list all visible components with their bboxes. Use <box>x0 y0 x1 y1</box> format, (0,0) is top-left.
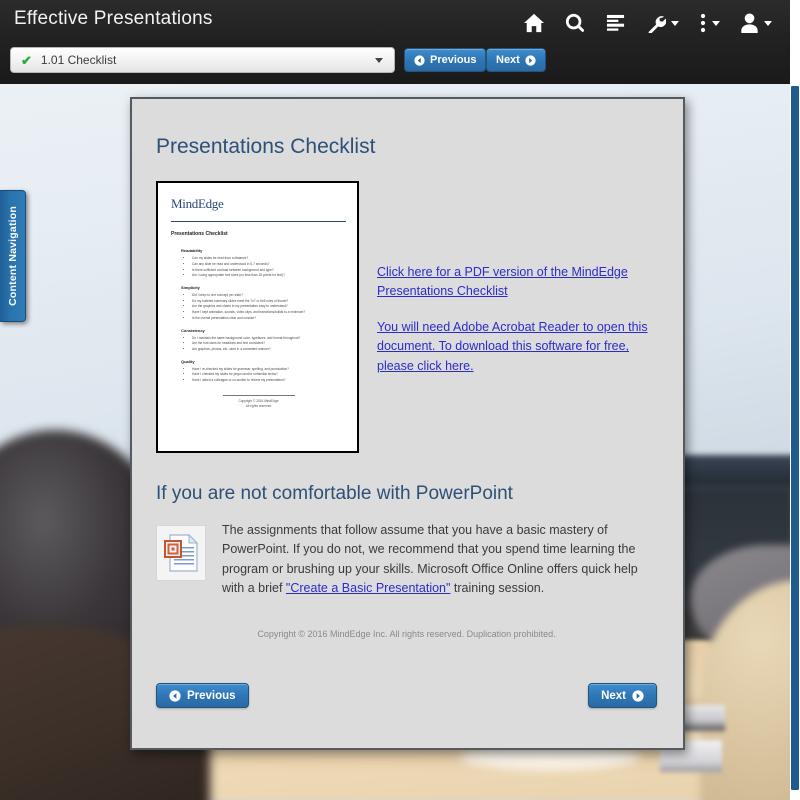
page-scrollbar-thumb[interactable] <box>791 86 799 790</box>
thumbnail-item: Are the graphics and charts in my presen… <box>192 304 346 309</box>
thumbnail-item: Have I re-checked my slides for grammar,… <box>192 367 346 372</box>
previous-button-top-label: Previous <box>430 54 477 66</box>
thumbnail-title: Presentations Checklist <box>171 230 228 237</box>
previous-button-bottom-label: Previous <box>187 689 236 702</box>
search-icon[interactable] <box>555 4 595 42</box>
unit-select-value: 1.01 Checklist <box>40 53 117 67</box>
divider <box>222 394 295 396</box>
pdf-version-link[interactable]: Click here for a PDF version of the Mind… <box>377 263 657 302</box>
thumbnail-item: Is the overall presentation clear and co… <box>192 316 346 321</box>
thumbnail-item: Can my slides be read from a distance? <box>192 256 346 261</box>
chevron-down-icon[interactable] <box>764 20 772 26</box>
arrow-right-circle-icon <box>525 54 536 66</box>
thumbnail-copyright-line2: All rights reserved <box>245 403 272 408</box>
content-navigation-tab[interactable]: Content Navigation <box>0 190 26 322</box>
thumbnail-item: Do I maintain the same background color,… <box>192 336 346 341</box>
header-icon-bar <box>513 4 782 42</box>
thumbnail-section: Simplicity Did I keep to one concept per… <box>171 285 346 321</box>
thumbnail-item: Am I using appropriate font sizes (no le… <box>192 273 346 278</box>
thumbnail-section: Readability Can my slides be read from a… <box>171 248 346 278</box>
thumbnail-item: Have I checked my slides for jargon and/… <box>192 372 346 377</box>
next-button-bottom[interactable]: Next <box>588 683 657 708</box>
lesson-content-panel: Presentations Checklist MindEdge Present… <box>130 97 685 750</box>
thumbnail-item: Can any slide be read and understood in … <box>192 262 346 267</box>
chevron-down-icon[interactable] <box>375 57 383 63</box>
powerpoint-section-heading: If you are not comfortable with PowerPoi… <box>156 483 513 504</box>
mindedge-logo: MindEdge <box>171 196 224 211</box>
document-preview-row: MindEdge Presentations Checklist Readabi… <box>156 181 657 453</box>
thumbnail-section: Quality Have I re-checked my slides for … <box>171 359 346 383</box>
ellipsis-vertical-icon[interactable] <box>689 4 730 42</box>
content-navigation-label: Content Navigation <box>6 206 19 306</box>
thumbnail-item: Did I keep to one concept per slide? <box>192 293 346 298</box>
next-button-bottom-label: Next <box>601 689 626 702</box>
copyright-notice: Copyright © 2016 MindEdge Inc. All right… <box>257 628 556 639</box>
chevron-down-icon[interactable] <box>712 20 720 26</box>
list-icon[interactable] <box>595 4 636 42</box>
app-title: Effective Presentations <box>14 8 213 29</box>
completed-check-icon: ✔ <box>21 52 32 68</box>
chevron-down-icon[interactable] <box>671 20 679 26</box>
powerpoint-paragraph: The assignments that follow assume that … <box>222 521 652 599</box>
thumbnail-item: Is there sufficient contrast between bac… <box>192 268 346 273</box>
divider <box>171 220 346 222</box>
thumbnail-item: Are graphics, photos, etc. used in a con… <box>192 347 346 352</box>
page-scrollbar-track[interactable] <box>790 0 800 800</box>
thumbnail-section-heading: Readability <box>181 248 203 254</box>
thumbnail-item: Have I asked a colleague or co-worker to… <box>192 378 346 383</box>
thumbnail-item: Do my bulleted summary slides meet the 7… <box>192 299 346 304</box>
create-basic-presentation-link[interactable]: "Create a Basic Presentation" <box>286 581 451 595</box>
lesson-navigation-footer: Previous Next <box>156 683 657 708</box>
document-links: Click here for a PDF version of the Mind… <box>377 181 657 392</box>
powerpoint-paragraph-after: training session. <box>450 581 545 596</box>
thumbnail-footer: Copyright © 2016 MindEdge All rights res… <box>171 394 346 408</box>
previous-button-top[interactable]: Previous <box>404 48 487 72</box>
thumbnail-section-heading: Consistency <box>181 327 205 333</box>
thumbnail-section: Consistency Do I maintain the same backg… <box>171 328 346 352</box>
thumbnail-item: Are the font sizes for headlines and tex… <box>192 341 346 346</box>
home-icon[interactable] <box>513 4 555 42</box>
arrow-left-circle-icon <box>169 689 181 702</box>
previous-button-bottom[interactable]: Previous <box>156 683 249 708</box>
checklist-pdf-page: MindEdge Presentations Checklist Readabi… <box>158 183 357 451</box>
acrobat-reader-link[interactable]: You will need Adobe Acrobat Reader to op… <box>377 318 657 376</box>
user-icon[interactable] <box>730 4 782 42</box>
powerpoint-document-icon <box>156 525 206 581</box>
unit-select-dropdown[interactable]: ✔ 1.01 Checklist <box>10 47 395 73</box>
thumbnail-item: Have I kept animation, sounds, video cli… <box>192 310 346 315</box>
thumbnail-section-heading: Quality <box>181 358 195 364</box>
powerpoint-section: The assignments that follow assume that … <box>156 521 657 599</box>
checklist-pdf-thumbnail[interactable]: MindEdge Presentations Checklist Readabi… <box>156 181 359 453</box>
arrow-left-circle-icon <box>414 54 425 66</box>
next-button-top[interactable]: Next <box>486 48 546 72</box>
next-button-top-label: Next <box>496 54 520 66</box>
page-title: Presentations Checklist <box>156 135 376 158</box>
arrow-right-circle-icon <box>632 689 644 702</box>
thumbnail-section-heading: Simplicity <box>181 285 200 291</box>
wrench-icon[interactable] <box>636 4 689 42</box>
app-header: Effective Presentations ✔ 1.01 Checklist <box>0 0 790 84</box>
